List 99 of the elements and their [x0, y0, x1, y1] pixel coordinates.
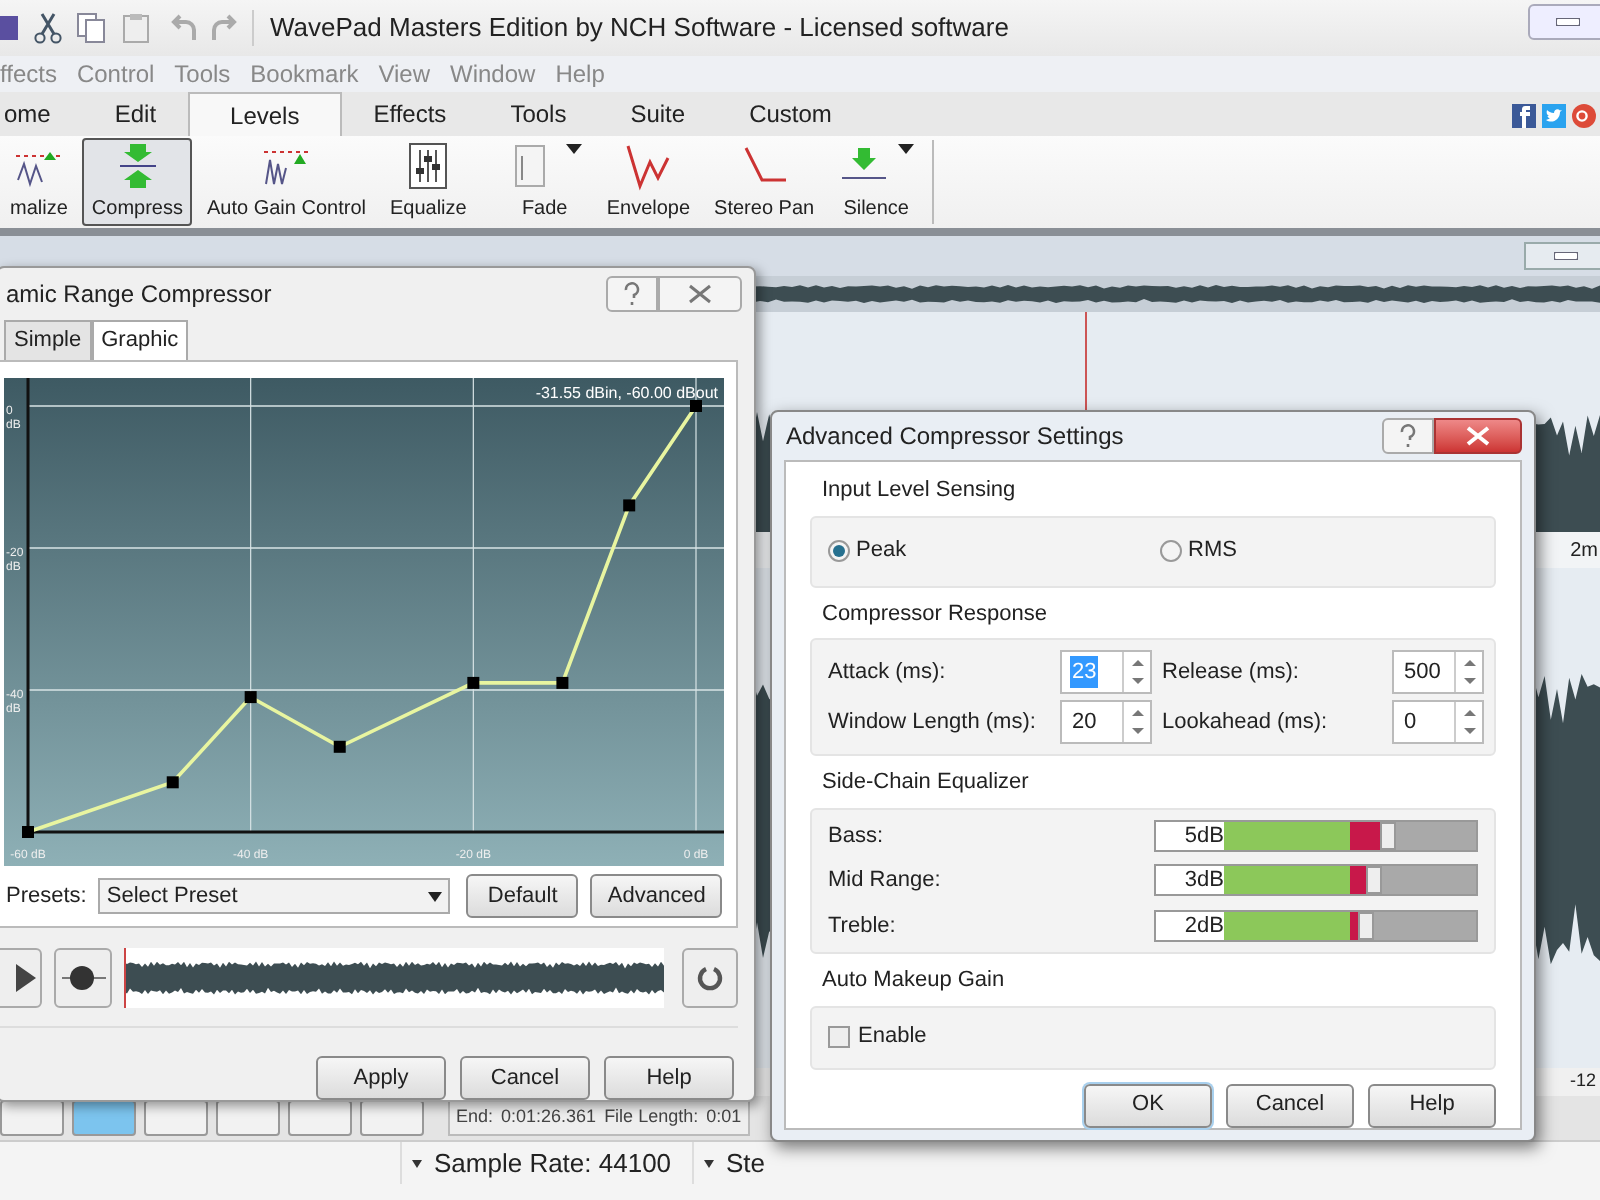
close-button[interactable] [658, 276, 742, 312]
ribbon-tab[interactable]: Custom [717, 92, 864, 136]
checkbox-option[interactable]: Enable [828, 1017, 1478, 1057]
number-field[interactable]: 0 [1392, 700, 1484, 744]
loop-button[interactable] [682, 947, 738, 1007]
record-button[interactable] [54, 947, 112, 1007]
ribbon-button[interactable]: Stereo Pan [704, 138, 825, 226]
refresh-icon [696, 963, 724, 991]
eq-slider[interactable]: 5dB [1153, 819, 1478, 852]
section-title: Side-Chain Equalizer [822, 768, 1031, 798]
status-text: Sample Rate: 44100 [434, 1145, 672, 1182]
copy-icon[interactable] [76, 12, 108, 44]
section-title: Auto Makeup Gain [822, 966, 1007, 996]
transport-button[interactable] [0, 1100, 64, 1136]
transport-button[interactable] [216, 1100, 280, 1136]
slider-reading: 3dB [1155, 866, 1224, 895]
field-label: Lookahead (ms): [1160, 707, 1330, 738]
ribbon-tab[interactable]: Edit [82, 92, 189, 136]
caret-icon [428, 891, 443, 901]
dialog-button[interactable]: Cancel [1226, 1083, 1354, 1127]
ruler-label: 2m [1570, 537, 1598, 565]
ribbon-button[interactable]: Envelope [596, 138, 701, 226]
dialog-button[interactable]: Default [466, 874, 579, 918]
minimize-button[interactable] [1528, 4, 1600, 40]
close-icon [1466, 426, 1490, 446]
slider-thumb[interactable] [1380, 821, 1397, 850]
dialog-tab[interactable]: Simple [4, 320, 92, 360]
section-title: Input Level Sensing [822, 476, 1018, 506]
dialog-button[interactable]: Help [1368, 1083, 1496, 1127]
number-field[interactable]: 500 [1392, 650, 1484, 694]
status-text: Ste [726, 1145, 766, 1182]
slider-reading: 5dB [1155, 821, 1224, 850]
ribbon-tab[interactable]: Levels [188, 92, 342, 136]
dialog-tab[interactable]: Graphic [91, 320, 189, 360]
dialog-button[interactable]: OK [1084, 1083, 1212, 1127]
ribbon-tab[interactable]: ome [0, 92, 83, 136]
field-label: Attack (ms): [828, 657, 948, 688]
close-button[interactable] [1434, 418, 1522, 454]
transport-button[interactable] [288, 1100, 352, 1136]
number-field[interactable]: 20 [1060, 700, 1152, 744]
curve-point[interactable] [623, 499, 636, 512]
radio-option[interactable]: Peak [828, 534, 1160, 568]
window-title: WavePad Masters Edition by NCH Software - Licensed software [270, 10, 1009, 47]
share-icon[interactable] [1572, 104, 1596, 128]
presets-label: Presets: [6, 881, 87, 912]
close-icon [688, 284, 712, 304]
info-label: End: [456, 1104, 494, 1131]
caret-icon[interactable] [704, 1159, 714, 1167]
minimize-icon [1554, 252, 1578, 260]
ribbon-button[interactable]: malize [0, 138, 78, 226]
band-label: Mid Range: [828, 866, 943, 896]
radio-option[interactable]: RMS [1160, 534, 1237, 568]
help-button[interactable] [606, 276, 658, 312]
minimize-icon [1556, 18, 1580, 26]
band-label: Bass: [828, 821, 886, 851]
preset-dropdown[interactable]: Select Preset [98, 878, 451, 914]
ribbon-button[interactable]: Fade [496, 138, 593, 226]
ribbon-button[interactable]: Silence [828, 138, 925, 226]
section-title: Compressor Response [822, 599, 1049, 629]
cut-icon[interactable] [32, 12, 64, 44]
play-icon [16, 963, 36, 991]
ribbon-tab[interactable]: Effects [341, 92, 479, 136]
radio-icon[interactable] [828, 540, 850, 562]
dialog-title: amic Range Compressor [6, 278, 272, 312]
transport-button[interactable] [144, 1100, 208, 1136]
ribbon-button[interactable]: Equalize [379, 138, 477, 226]
info-value: 0:01:26.361 [501, 1104, 597, 1131]
envelope-line-icon [622, 140, 675, 192]
dialog-title: Advanced Compressor Settings [786, 420, 1124, 454]
help-button[interactable] [1382, 418, 1434, 454]
question-icon [624, 282, 640, 306]
info-label: File Length: [604, 1104, 699, 1131]
band-label: Treble: [828, 911, 898, 941]
level-readout: -31.55 dBin, -60.00 dBout [535, 384, 718, 402]
caret-icon[interactable] [412, 1159, 422, 1167]
ribbon-tab[interactable]: Tools [478, 92, 599, 136]
checkbox[interactable] [828, 1026, 850, 1048]
eq-slider[interactable]: 2dB [1153, 909, 1478, 942]
record-icon [61, 963, 105, 991]
eq-slider[interactable]: 3dB [1153, 864, 1478, 897]
ribbon-button[interactable]: Compress [81, 138, 193, 226]
ribbon-button[interactable]: Auto Gain Control [196, 138, 376, 226]
minimize-button[interactable] [1524, 242, 1600, 270]
play-button[interactable] [0, 947, 42, 1007]
transport-button[interactable] [360, 1100, 424, 1136]
ribbon-tab[interactable]: Suite [598, 92, 718, 136]
question-icon [1400, 424, 1416, 448]
info-value: 0:01 [706, 1104, 742, 1131]
field-label: Window Length (ms): [828, 707, 1038, 738]
dialog-button[interactable]: Cancel [460, 1056, 590, 1100]
dialog-button[interactable]: Advanced [590, 874, 723, 918]
dialog-button[interactable]: Apply [316, 1056, 446, 1100]
save-icon[interactable] [0, 12, 20, 44]
meter-label: -12 [1569, 1068, 1596, 1095]
share-icon[interactable] [1512, 104, 1536, 128]
field-label: Release (ms): [1160, 657, 1301, 688]
radio-icon[interactable] [1160, 540, 1182, 562]
dialog-button[interactable]: Help [604, 1056, 734, 1100]
slider-reading: 2dB [1155, 911, 1224, 940]
